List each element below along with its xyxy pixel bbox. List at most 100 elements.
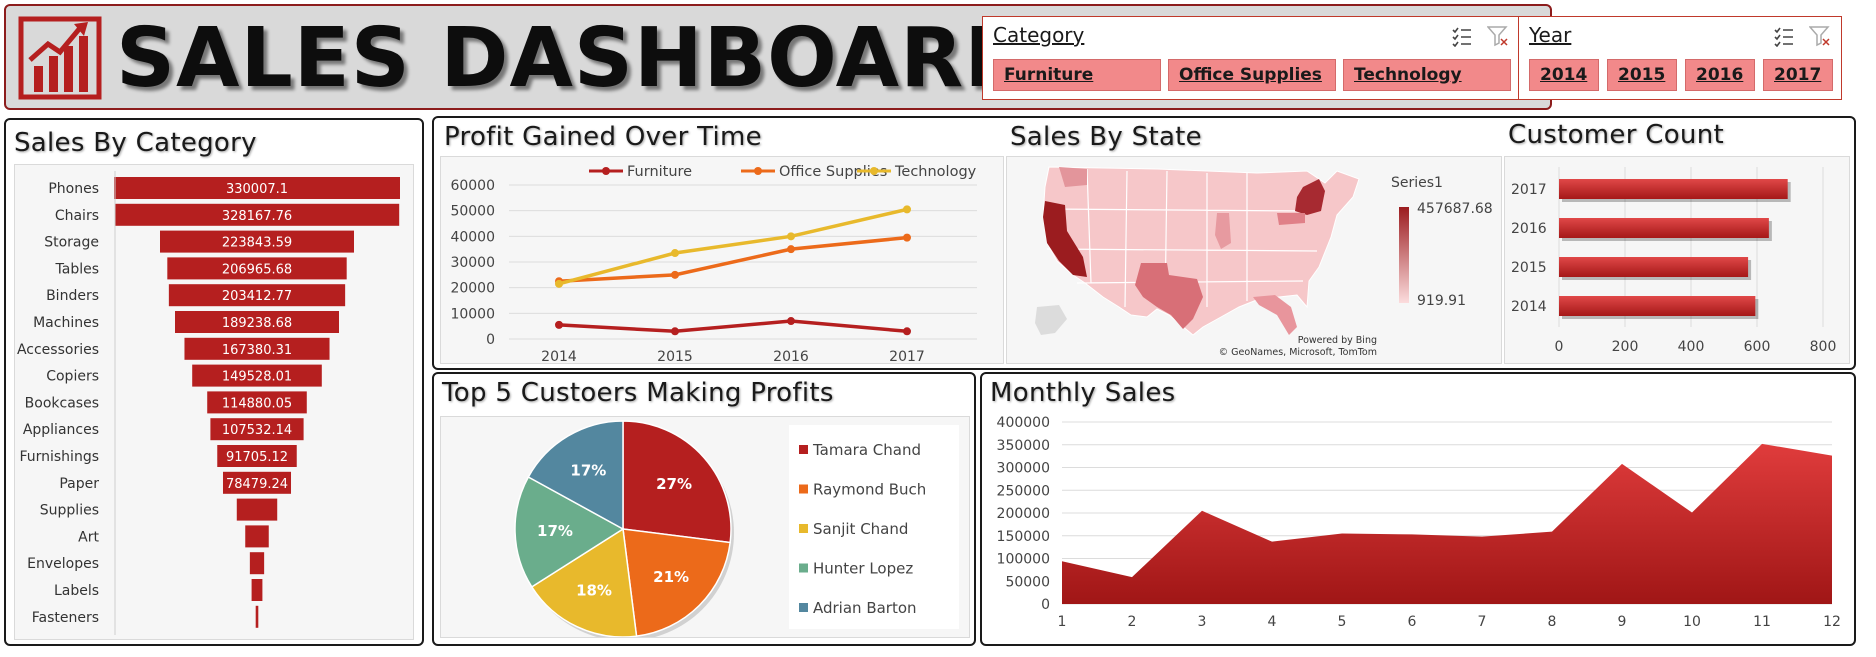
- category-value-label: 206965.68: [222, 262, 292, 277]
- monthly-sales-chart: 0 50000 100000 150000 200000 250000 300000 3500…: [997, 415, 1841, 630]
- monthly-x-tick: 3: [1198, 614, 1207, 630]
- monthly-x-tick: 1: [1058, 614, 1067, 630]
- customer-bar: [1559, 257, 1749, 277]
- map-powered-by: Powered by Bing: [1298, 335, 1377, 346]
- pie-legend-swatch: [799, 603, 808, 612]
- category-label: Supplies: [40, 503, 99, 519]
- category-bar: [236, 498, 278, 521]
- clear-filter-icon[interactable]: [1487, 25, 1509, 47]
- category-value-label: 107532.14: [222, 423, 292, 438]
- monthly-x-tick: 4: [1268, 614, 1277, 630]
- profit-series-point: [787, 245, 795, 254]
- sales-by-state-title: Sales By State: [1010, 122, 1202, 152]
- clear-filter-icon[interactable]: [1809, 25, 1831, 47]
- slicer-button-2015[interactable]: 2015: [1607, 59, 1677, 91]
- profit-series-line: [558, 319, 908, 334]
- category-label: Bookcases: [25, 395, 99, 411]
- monthly-sales-title: Monthly Sales: [990, 378, 1176, 408]
- profit-series-point: [671, 270, 679, 279]
- year-slicer: Year 2014 2015 2016 2017: [1518, 16, 1842, 100]
- profit-legend-marker: [870, 167, 878, 175]
- monthly-y-tick: 100000: [997, 552, 1050, 568]
- monthly-x-tick: 2: [1128, 614, 1137, 630]
- profit-series-point: [787, 232, 795, 241]
- category-label: Appliances: [23, 422, 99, 438]
- pie-legend-label: Sanjit Chand: [813, 520, 908, 538]
- customer-bar: [1559, 218, 1769, 238]
- customer-x-tick: 600: [1744, 339, 1771, 355]
- category-value-label: 78479.24: [226, 477, 288, 492]
- monthly-y-tick: 0: [1041, 597, 1050, 613]
- customer-count-title: Customer Count: [1508, 120, 1724, 150]
- customer-count-chart-area: 0 200 400 600 800 2017 2016 2015 2014: [1504, 156, 1850, 364]
- monthly-x-tick: 9: [1618, 614, 1627, 630]
- category-label: Binders: [46, 288, 99, 304]
- monthly-y-tick: 200000: [997, 506, 1050, 522]
- customer-x-tick: 800: [1810, 339, 1837, 355]
- category-label: Machines: [33, 315, 99, 331]
- profit-legend-marker: [754, 167, 762, 175]
- sales-by-category-chart: Phones 330007.1 Chairs 328167.76 Storage 2238…: [17, 171, 400, 635]
- category-label: Chairs: [55, 208, 99, 224]
- multi-select-icon[interactable]: [1451, 25, 1473, 47]
- category-value-label: 328167.76: [222, 209, 292, 224]
- monthly-sales-panel: Monthly Sales 0 50000 100000 150000 200000 25…: [980, 372, 1856, 646]
- dashboard-header: SALES DASHBOARD Category Furniture Offic…: [4, 4, 1842, 110]
- category-value-label: 114880.05: [222, 396, 292, 411]
- monthly-x-tick: 5: [1338, 614, 1347, 630]
- profit-y-tick: 10000: [450, 306, 495, 322]
- sales-by-category-chart-area: Phones 330007.1 Chairs 328167.76 Storage 2238…: [14, 164, 414, 640]
- monthly-x-tick: 12: [1823, 614, 1841, 630]
- category-label: Envelopes: [27, 556, 99, 572]
- monthly-x-tick: 7: [1478, 614, 1487, 630]
- us-map: Series1 457687.68 919.91 Powered by Bing…: [1035, 166, 1493, 358]
- monthly-y-tick: 250000: [997, 483, 1050, 499]
- profit-series-point: [671, 327, 679, 336]
- category-value-label: 330007.1: [226, 182, 288, 197]
- profit-y-tick: 30000: [450, 255, 495, 271]
- profit-series-point: [903, 205, 911, 214]
- slicer-button-furniture[interactable]: Furniture: [993, 59, 1161, 91]
- category-slicer-title: Category: [993, 23, 1085, 47]
- slicer-button-2016[interactable]: 2016: [1685, 59, 1755, 91]
- slicer-button-2014[interactable]: 2014: [1529, 59, 1599, 91]
- category-label: Copiers: [46, 369, 99, 385]
- sales-by-category-panel: Sales By Category Phones 330007.1 Chairs 32…: [4, 118, 424, 646]
- category-value-label: 189238.68: [222, 316, 292, 331]
- category-bar: [251, 579, 263, 601]
- customer-x-tick: 400: [1678, 339, 1705, 355]
- customer-x-tick: 200: [1612, 339, 1639, 355]
- pie-legend-label: Raymond Buch: [813, 481, 926, 499]
- slicer-button-2017[interactable]: 2017: [1763, 59, 1833, 91]
- category-value-label: 91705.12: [226, 450, 288, 465]
- profit-series-point: [903, 327, 911, 336]
- multi-select-icon[interactable]: [1773, 25, 1795, 47]
- customer-bar: [1559, 179, 1788, 199]
- monthly-y-tick: 350000: [997, 438, 1050, 454]
- profit-legend-marker: [602, 167, 610, 175]
- florida: [1253, 295, 1297, 335]
- slicer-button-office-supplies[interactable]: Office Supplies: [1168, 59, 1336, 91]
- top-customers-title: Top 5 Custoers Making Profits: [442, 378, 834, 408]
- profit-y-tick: 50000: [450, 204, 495, 220]
- profit-series-point: [555, 279, 563, 288]
- map-legend-series: Series1: [1391, 175, 1443, 191]
- monthly-x-tick: 11: [1753, 614, 1771, 630]
- pie-legend-label: Hunter Lopez: [813, 560, 913, 578]
- pie-legend-swatch: [799, 484, 808, 494]
- category-label: Labels: [54, 583, 99, 599]
- category-label: Art: [78, 529, 99, 545]
- map-legend-max: 457687.68: [1417, 201, 1493, 217]
- profit-series-point: [671, 249, 679, 258]
- top-customers-panel: Top 5 Custoers Making Profits 27% 21% 18% 1…: [432, 372, 976, 646]
- pie-data-label: 21%: [653, 568, 689, 586]
- category-bar: [245, 525, 269, 548]
- slicer-button-technology[interactable]: Technology: [1343, 59, 1511, 91]
- category-value-label: 149528.01: [222, 370, 292, 385]
- profit-over-time-title: Profit Gained Over Time: [444, 122, 762, 152]
- pie-legend-swatch: [799, 445, 808, 454]
- dashboard-title: SALES DASHBOARD: [116, 11, 1034, 106]
- monthly-y-tick: 150000: [997, 529, 1050, 545]
- profit-y-tick: 60000: [450, 178, 495, 194]
- top-charts-panel: Profit Gained Over Time 0 10000 20000 30000…: [432, 116, 1856, 370]
